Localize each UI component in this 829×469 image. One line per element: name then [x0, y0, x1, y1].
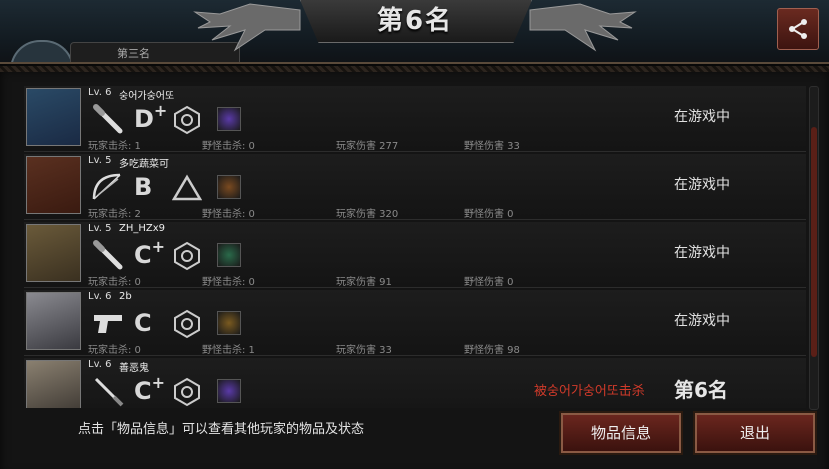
player-name: 善恶鬼 [119, 363, 149, 374]
right-wing-ornament [529, 3, 637, 52]
player-kills: 玩家击杀: 1 [88, 141, 141, 152]
player-name: 숭어가숭어또 [119, 91, 175, 102]
armor-icon [172, 377, 202, 407]
status-label: 在游戏中 [674, 177, 730, 193]
page-title: 第6名 [376, 6, 454, 36]
left-wing-ornament [193, 3, 301, 52]
avatar [26, 88, 81, 146]
player-kills: 玩家击杀: 2 [88, 209, 141, 220]
monster-kills: 野怪击杀: 0 [202, 141, 255, 152]
scrollbar-thumb[interactable] [811, 127, 817, 357]
purple-creature-item-icon [217, 379, 241, 403]
avatar [26, 292, 81, 350]
player-damage: 玩家伤害 91 [336, 277, 392, 288]
monster-kills: 野怪击杀: 0 [202, 277, 255, 288]
player-list[interactable]: Lv. 6 숭어가숭어또 D+ 玩家击杀: 1 野怪击杀: 0 玩家伤害 277 野怪伤害 … [24, 86, 806, 408]
player-level: Lv. 6 [88, 359, 112, 370]
purple-creature-item-icon [217, 107, 241, 131]
player-row[interactable]: Lv. 6 숭어가숭어또 D+ 玩家击杀: 1 野怪击杀: 0 玩家伤害 277 野怪伤害 … [24, 86, 806, 152]
player-damage: 玩家伤害 277 [336, 141, 399, 152]
player-damage: 玩家伤害 33 [336, 345, 392, 356]
knife-icon [90, 375, 126, 407]
grade-label: C+ [134, 237, 166, 269]
avatar [26, 360, 81, 408]
monster-damage: 野怪伤害 33 [464, 141, 520, 152]
player-row[interactable]: Lv. 6 善恶鬼 C+ 被숭어가숭어또击杀 第6名 [24, 358, 806, 408]
status-label: 在游戏中 [674, 109, 730, 125]
player-kills: 玩家击杀: 0 [88, 345, 141, 356]
rank-label: 第6名 [674, 378, 728, 402]
monster-kills: 野怪击杀: 1 [202, 345, 255, 356]
monster-damage: 野怪伤害 0 [464, 209, 514, 220]
player-row[interactable]: Lv. 5 ZH_HZx9 C+ 玩家击杀: 0 野怪击杀: 0 玩家伤害 91 野怪伤害 … [24, 222, 806, 288]
player-row[interactable]: Lv. 5 多吃蔬菜可 B 玩家击杀: 2 野怪击杀: 0 玩家伤害 320 野怪伤害 0 在… [24, 154, 806, 220]
green-herb-item-icon [217, 243, 241, 267]
player-level: Lv. 5 [88, 155, 112, 166]
armor-icon [172, 105, 202, 135]
armor-icon [171, 173, 203, 203]
player-name: 多吃蔬菜可 [119, 159, 169, 170]
player-row[interactable]: Lv. 6 2b C 玩家击杀: 0 野怪击杀: 1 玩家伤害 33 野怪伤害 98 在游戏中 [24, 290, 806, 356]
share-button[interactable] [777, 8, 819, 50]
monster-kills: 野怪击杀: 0 [202, 209, 255, 220]
monster-damage: 野怪伤害 0 [464, 277, 514, 288]
scrollbar[interactable] [809, 86, 819, 410]
exit-button[interactable]: 退出 [695, 413, 815, 453]
bat-icon [90, 103, 126, 135]
pistol-icon [90, 307, 126, 339]
armor-icon [172, 241, 202, 271]
share-icon [789, 19, 807, 39]
grade-label: B [134, 173, 153, 201]
bow-icon [90, 171, 126, 203]
player-level: Lv. 6 [88, 87, 112, 98]
player-name: ZH_HZx9 [119, 223, 166, 234]
player-damage: 玩家伤害 320 [336, 209, 399, 220]
player-level: Lv. 6 [88, 291, 112, 302]
grade-label: D+ [134, 101, 168, 133]
grade-label: C+ [134, 373, 166, 405]
gold-bundle-item-icon [217, 311, 241, 335]
avatar [26, 224, 81, 282]
armor-icon [172, 309, 202, 339]
killed-by-label: 被숭어가숭어또击杀 [534, 384, 645, 399]
orange-bundle-item-icon [217, 175, 241, 199]
status-label: 在游戏中 [674, 313, 730, 329]
item-info-button[interactable]: 物品信息 [561, 413, 681, 453]
footer-hint: 点击「物品信息」可以查看其他玩家的物品及状态 [78, 422, 365, 437]
grade-label: C [134, 309, 152, 337]
avatar [26, 156, 81, 214]
monster-damage: 野怪伤害 98 [464, 345, 520, 356]
player-kills: 玩家击杀: 0 [88, 277, 141, 288]
bat-icon [90, 239, 126, 271]
player-level: Lv. 5 [88, 223, 112, 234]
player-name: 2b [119, 291, 132, 302]
status-label: 在游戏中 [674, 245, 730, 261]
